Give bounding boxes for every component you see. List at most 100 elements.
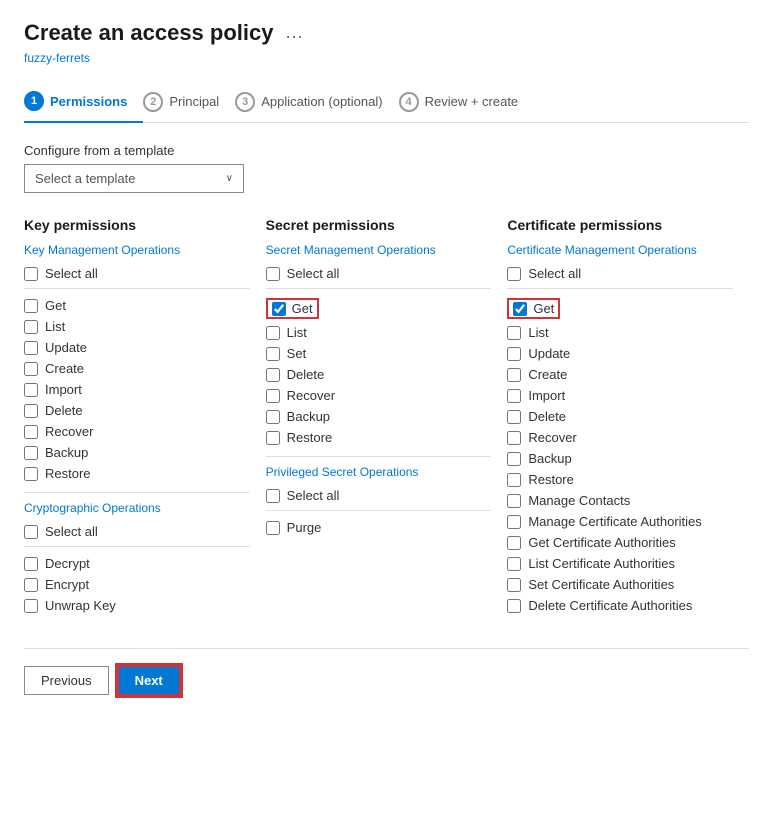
wizard-step-4[interactable]: 4 Review + create — [399, 84, 535, 122]
cert-get-ca-checkbox[interactable] — [507, 536, 521, 550]
cert-set-ca-item: Set Certificate Authorities — [507, 574, 733, 595]
wizard-step-2[interactable]: 2 Principal — [143, 84, 235, 122]
key-get-checkbox[interactable] — [24, 299, 38, 313]
next-button[interactable]: Next — [117, 665, 181, 696]
wizard-step-3[interactable]: 3 Application (optional) — [235, 84, 398, 122]
cert-manage-ca-item: Manage Certificate Authorities — [507, 511, 733, 532]
key-delete-checkbox[interactable] — [24, 404, 38, 418]
breadcrumb[interactable]: fuzzy-ferrets — [24, 51, 749, 65]
cert-update-label: Update — [528, 346, 570, 361]
secret-delete-item: Delete — [266, 364, 492, 385]
page-ellipsis: ··· — [285, 26, 303, 46]
cert-delete-ca-checkbox[interactable] — [507, 599, 521, 613]
cert-get-highlighted: Get — [507, 298, 560, 319]
cert-create-checkbox[interactable] — [507, 368, 521, 382]
previous-button[interactable]: Previous — [24, 666, 109, 695]
crypto-encrypt-label: Encrypt — [45, 577, 89, 592]
privileged-select-all-checkbox[interactable] — [266, 489, 280, 503]
secret-list-label: List — [287, 325, 307, 340]
cert-list-ca-item: List Certificate Authorities — [507, 553, 733, 574]
key-update-label: Update — [45, 340, 87, 355]
key-recover-label: Recover — [45, 424, 93, 439]
key-recover-checkbox[interactable] — [24, 425, 38, 439]
cert-manage-contacts-label: Manage Contacts — [528, 493, 630, 508]
secret-restore-item: Restore — [266, 427, 492, 448]
secret-delete-checkbox[interactable] — [266, 368, 280, 382]
secret-get-checkbox[interactable] — [272, 302, 286, 316]
secret-recover-label: Recover — [287, 388, 335, 403]
privileged-select-all-label: Select all — [287, 488, 340, 503]
secret-backup-item: Backup — [266, 406, 492, 427]
secret-select-all-item: Select all — [266, 263, 492, 284]
key-restore-item: Restore — [24, 463, 250, 484]
key-delete-item: Delete — [24, 400, 250, 421]
cert-set-ca-checkbox[interactable] — [507, 578, 521, 592]
secret-select-all-checkbox[interactable] — [266, 267, 280, 281]
cert-list-checkbox[interactable] — [507, 326, 521, 340]
template-label: Configure from a template — [24, 143, 749, 158]
template-dropdown[interactable]: Select a template ∨ — [24, 164, 244, 193]
key-restore-checkbox[interactable] — [24, 467, 38, 481]
secret-set-label: Set — [287, 346, 307, 361]
key-select-all-item: Select all — [24, 263, 250, 284]
cert-get-checkbox[interactable] — [513, 302, 527, 316]
certificate-permissions-title: Certificate permissions — [507, 217, 733, 233]
crypto-decrypt-checkbox[interactable] — [24, 557, 38, 571]
step-circle-1: 1 — [24, 91, 44, 111]
page-header: Create an access policy ··· fuzzy-ferret… — [24, 20, 749, 65]
permissions-container: Key permissions Key Management Operation… — [24, 217, 749, 616]
secret-permissions-title: Secret permissions — [266, 217, 492, 233]
secret-recover-item: Recover — [266, 385, 492, 406]
wizard-step-1[interactable]: 1 Permissions — [24, 83, 143, 123]
secret-restore-checkbox[interactable] — [266, 431, 280, 445]
cert-delete-ca-item: Delete Certificate Authorities — [507, 595, 733, 616]
cert-update-checkbox[interactable] — [507, 347, 521, 361]
cert-restore-checkbox[interactable] — [507, 473, 521, 487]
key-backup-checkbox[interactable] — [24, 446, 38, 460]
key-import-label: Import — [45, 382, 82, 397]
cert-manage-contacts-item: Manage Contacts — [507, 490, 733, 511]
key-import-checkbox[interactable] — [24, 383, 38, 397]
template-dropdown-text: Select a template — [35, 171, 135, 186]
step-circle-3: 3 — [235, 92, 255, 112]
cert-select-all-checkbox[interactable] — [507, 267, 521, 281]
crypto-decrypt-item: Decrypt — [24, 553, 250, 574]
key-delete-label: Delete — [45, 403, 83, 418]
secret-purge-checkbox[interactable] — [266, 521, 280, 535]
key-list-item: List — [24, 316, 250, 337]
cert-create-item: Create — [507, 364, 733, 385]
wizard-steps: 1 Permissions 2 Principal 3 Application … — [24, 83, 749, 123]
cert-backup-label: Backup — [528, 451, 571, 466]
cert-recover-checkbox[interactable] — [507, 431, 521, 445]
crypto-unwrapkey-item: Unwrap Key — [24, 595, 250, 616]
key-backup-label: Backup — [45, 445, 88, 460]
secret-get-highlighted: Get — [266, 298, 319, 319]
secret-set-item: Set — [266, 343, 492, 364]
key-restore-label: Restore — [45, 466, 91, 481]
crypto-decrypt-label: Decrypt — [45, 556, 90, 571]
cert-backup-checkbox[interactable] — [507, 452, 521, 466]
secret-delete-label: Delete — [287, 367, 325, 382]
secret-list-checkbox[interactable] — [266, 326, 280, 340]
crypto-unwrapkey-label: Unwrap Key — [45, 598, 116, 613]
secret-purge-item: Purge — [266, 517, 492, 538]
crypto-encrypt-checkbox[interactable] — [24, 578, 38, 592]
cert-import-checkbox[interactable] — [507, 389, 521, 403]
secret-restore-label: Restore — [287, 430, 333, 445]
secret-recover-checkbox[interactable] — [266, 389, 280, 403]
cert-restore-item: Restore — [507, 469, 733, 490]
crypto-select-all-item: Select all — [24, 521, 250, 542]
key-list-checkbox[interactable] — [24, 320, 38, 334]
cert-delete-checkbox[interactable] — [507, 410, 521, 424]
cert-manage-contacts-checkbox[interactable] — [507, 494, 521, 508]
cert-list-ca-checkbox[interactable] — [507, 557, 521, 571]
crypto-select-all-checkbox[interactable] — [24, 525, 38, 539]
cert-manage-ca-checkbox[interactable] — [507, 515, 521, 529]
secret-set-checkbox[interactable] — [266, 347, 280, 361]
key-select-all-checkbox[interactable] — [24, 267, 38, 281]
crypto-unwrapkey-checkbox[interactable] — [24, 599, 38, 613]
secret-backup-checkbox[interactable] — [266, 410, 280, 424]
key-update-checkbox[interactable] — [24, 341, 38, 355]
privileged-secret-section-title: Privileged Secret Operations — [266, 465, 492, 479]
key-create-checkbox[interactable] — [24, 362, 38, 376]
